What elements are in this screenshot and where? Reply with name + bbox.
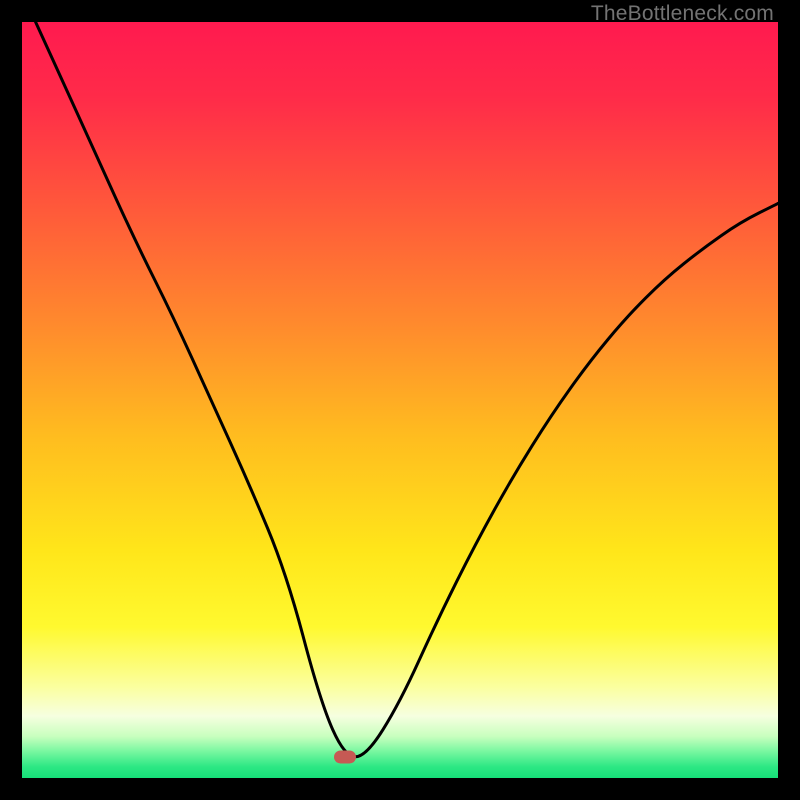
watermark-text: TheBottleneck.com <box>591 2 774 26</box>
bottleneck-plot <box>22 22 778 778</box>
optimum-marker <box>334 750 356 763</box>
chart-frame <box>22 22 778 778</box>
gradient-background <box>22 22 778 778</box>
